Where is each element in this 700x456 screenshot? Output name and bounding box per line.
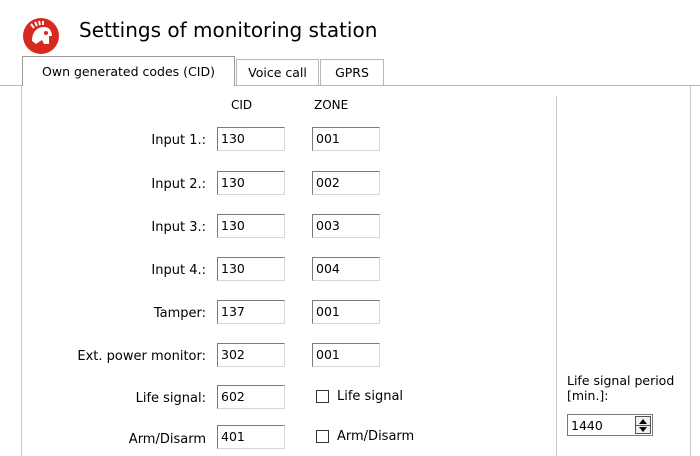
tab-gprs[interactable]: GPRS bbox=[320, 59, 384, 85]
panel-separator bbox=[556, 96, 557, 456]
row-label-life-signal: Life signal: bbox=[135, 391, 206, 406]
life-signal-period-label: Life signal period [min.]: bbox=[567, 373, 675, 403]
life-signal-period-value[interactable]: 1440 bbox=[571, 418, 603, 433]
tab-bar: Own generated codes (CID) Voice call GPR… bbox=[0, 56, 700, 86]
arm-disarm-checkbox[interactable] bbox=[316, 430, 329, 443]
input-4-cid-field[interactable]: 130 bbox=[217, 257, 285, 281]
ext-power-cid-field[interactable]: 302 bbox=[217, 343, 285, 367]
input-2-zone-field[interactable]: 002 bbox=[312, 171, 380, 195]
row-label-tamper: Tamper: bbox=[153, 306, 206, 321]
input-1-cid-field[interactable]: 130 bbox=[217, 127, 285, 151]
row-label-arm-disarm: Arm/Disarm bbox=[128, 432, 206, 447]
spin-down-icon[interactable] bbox=[639, 427, 647, 432]
ext-power-zone-field[interactable]: 001 bbox=[312, 343, 380, 367]
row-label-ext-power-monitor: Ext. power monitor: bbox=[77, 349, 206, 364]
tab-voice-call[interactable]: Voice call bbox=[236, 59, 319, 85]
input-4-zone-field[interactable]: 004 bbox=[312, 257, 380, 281]
input-3-cid-field[interactable]: 130 bbox=[217, 214, 285, 238]
tamper-cid-field[interactable]: 137 bbox=[217, 300, 285, 324]
column-header-cid: CID bbox=[231, 98, 253, 112]
spinner-buttons[interactable] bbox=[635, 416, 651, 434]
row-label-input-1: Input 1.: bbox=[151, 133, 206, 148]
spin-up-icon[interactable] bbox=[639, 419, 647, 424]
helmet-icon bbox=[23, 18, 59, 54]
page-title: Settings of monitoring station bbox=[79, 18, 378, 42]
tab-own-generated-codes[interactable]: Own generated codes (CID) bbox=[22, 56, 235, 86]
column-header-zone: ZONE bbox=[314, 98, 349, 112]
row-label-input-2: Input 2.: bbox=[151, 177, 206, 192]
input-1-zone-field[interactable]: 001 bbox=[312, 127, 380, 151]
row-label-input-3: Input 3.: bbox=[151, 220, 206, 235]
life-signal-checkbox-label[interactable]: Life signal bbox=[337, 389, 403, 404]
arm-disarm-cid-field[interactable]: 401 bbox=[217, 425, 285, 449]
input-3-zone-field[interactable]: 003 bbox=[312, 214, 380, 238]
header: Settings of monitoring station bbox=[0, 0, 700, 56]
life-signal-checkbox[interactable] bbox=[316, 390, 329, 403]
life-signal-period-spinner[interactable]: 1440 bbox=[567, 414, 653, 436]
row-label-input-4: Input 4.: bbox=[151, 263, 206, 278]
input-2-cid-field[interactable]: 130 bbox=[217, 171, 285, 195]
life-signal-cid-field[interactable]: 602 bbox=[217, 385, 285, 409]
spin-divider bbox=[636, 425, 650, 426]
arm-disarm-checkbox-label[interactable]: Arm/Disarm bbox=[337, 429, 414, 444]
tamper-zone-field[interactable]: 001 bbox=[312, 300, 380, 324]
